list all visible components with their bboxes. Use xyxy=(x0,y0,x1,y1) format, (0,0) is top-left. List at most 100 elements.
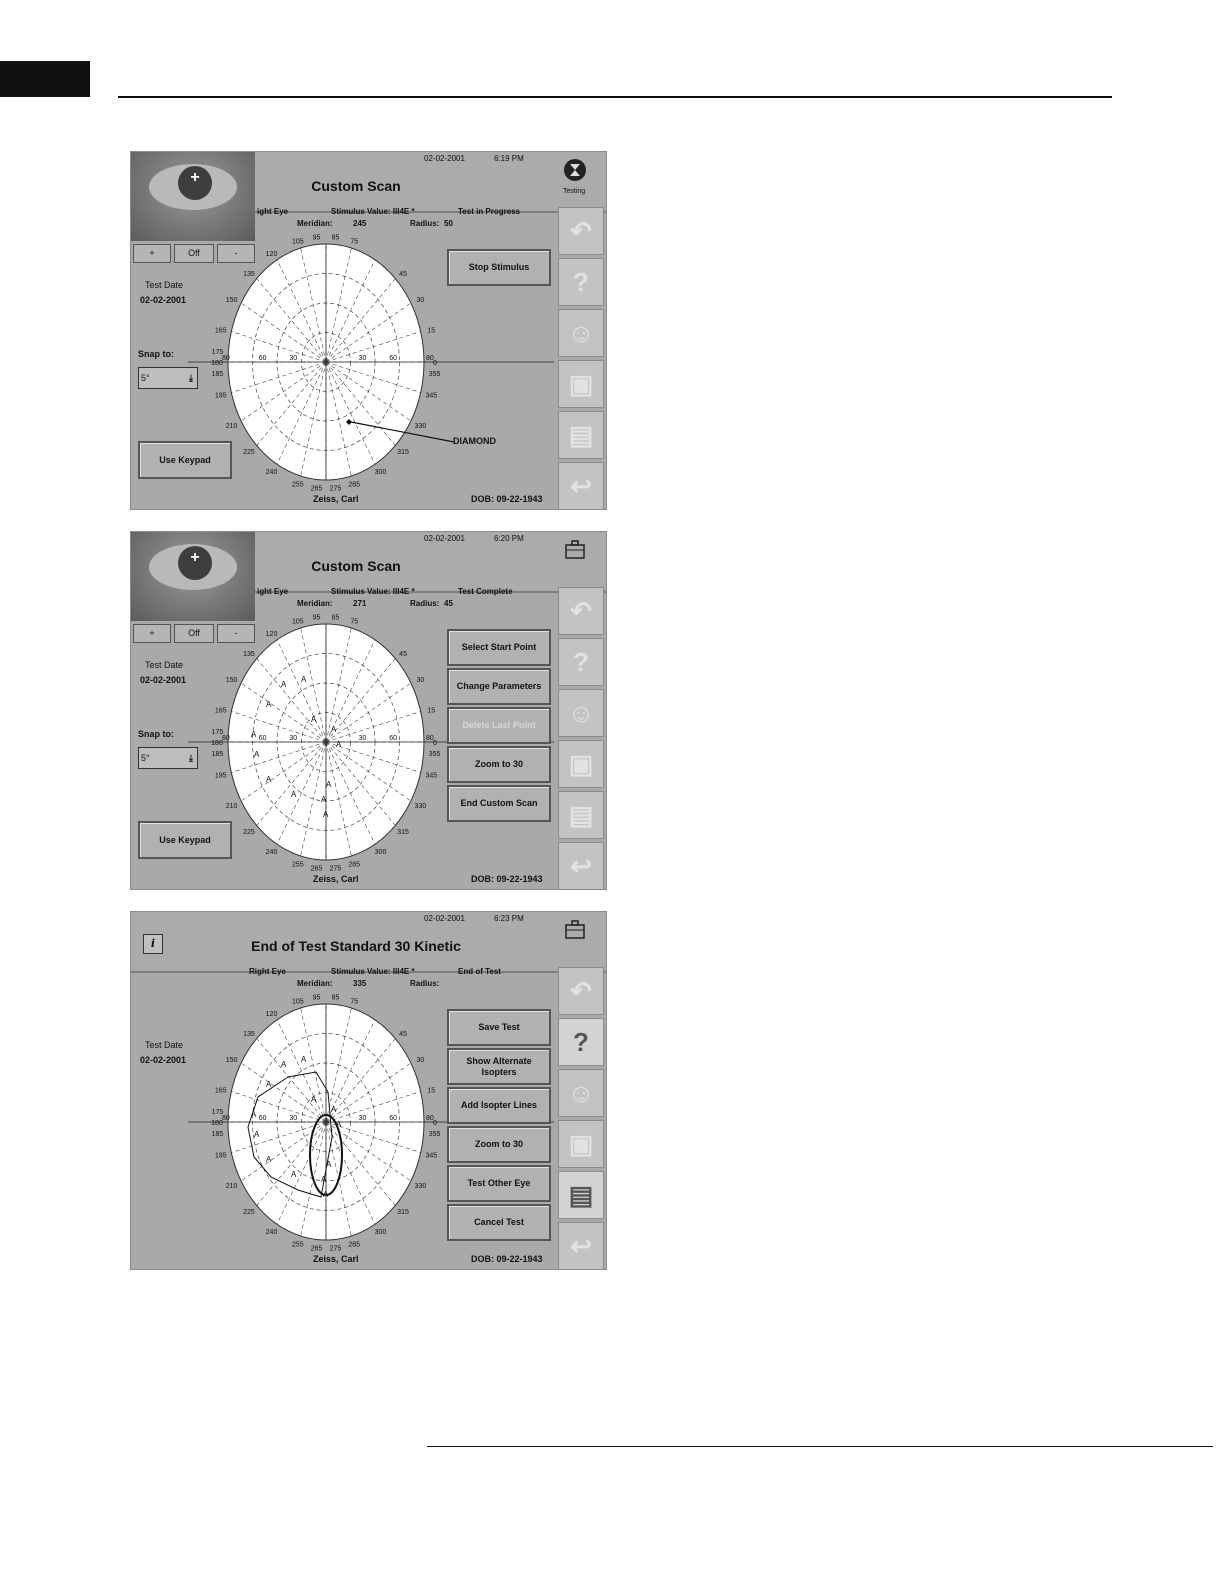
test-other-eye-button[interactable]: Test Other Eye xyxy=(447,1165,551,1202)
meridian-label: 30 xyxy=(416,1057,424,1064)
radius-label: 60 xyxy=(389,355,397,362)
return-button[interactable]: ↩ xyxy=(558,1222,604,1269)
header-rule xyxy=(118,96,1112,98)
radius-label: 80 xyxy=(222,355,230,362)
patient-button[interactable]: ☺ xyxy=(558,689,604,737)
print-button[interactable]: ▤ xyxy=(558,791,604,839)
meridian-label: 135 xyxy=(243,651,255,658)
meridian-label: 45 xyxy=(399,1031,407,1038)
meridian-label: 210 xyxy=(226,1183,238,1190)
patient-dob: DOB: 09-22-1943 xyxy=(471,494,543,504)
meridian-label: 85 xyxy=(332,994,340,1001)
meridian-label: 30 xyxy=(416,297,424,304)
footer-rule xyxy=(427,1446,1213,1447)
isopter-point-marker: A xyxy=(331,1105,337,1114)
isopter-point-marker: A xyxy=(254,750,260,759)
save-test-button[interactable]: Save Test xyxy=(447,1009,551,1046)
print-button[interactable]: ▤ xyxy=(558,1171,604,1219)
printer-icon: ▤ xyxy=(568,420,594,450)
cancel-test-button[interactable]: Cancel Test xyxy=(447,1204,551,1241)
meridian-label: 105 xyxy=(292,238,304,245)
isopter-point-marker: A xyxy=(291,1170,297,1179)
meridian-label: 265 xyxy=(311,486,323,493)
isopter-point-marker: A xyxy=(266,700,272,709)
help-icon: ? xyxy=(573,1027,589,1057)
head-icon: ☺ xyxy=(567,1078,595,1108)
isopter-point-marker: A xyxy=(326,780,332,789)
right-toolbar: ↶ ? ☺ ▣ ▤ ↩ xyxy=(555,205,606,509)
right-toolbar: ↶ ? ☺ ▣ ▤ ↩ xyxy=(555,585,606,889)
meridian-label: 195 xyxy=(215,393,227,400)
zoom-to-30-button[interactable]: Zoom to 30 xyxy=(447,746,551,783)
meridian-label: 135 xyxy=(243,1031,255,1038)
meridian-label: 95 xyxy=(313,994,321,1001)
patient-button[interactable]: ☺ xyxy=(558,309,604,357)
radius-label: 30 xyxy=(289,735,297,742)
delete-last-point-button[interactable]: Delete Last Point xyxy=(447,707,551,744)
meridian-label: 225 xyxy=(243,449,255,456)
show-alternate-isopters-button[interactable]: Show Alternate Isopters xyxy=(447,1048,551,1085)
isopter-point-marker: A xyxy=(281,1060,287,1069)
patient-dob: DOB: 09-22-1943 xyxy=(471,1254,543,1264)
radius-label: 30 xyxy=(359,1115,367,1122)
meridian-label: 345 xyxy=(425,773,437,780)
screen-end-of-test: i End of Test Standard 30 Kinetic 02-02-… xyxy=(130,911,607,1270)
save-disk-button[interactable]: ▣ xyxy=(558,360,604,408)
patient-dob: DOB: 09-22-1943 xyxy=(471,874,543,884)
meridian-label: 85 xyxy=(332,234,340,241)
isopter-point-marker: A xyxy=(311,1095,317,1104)
meridian-label: 240 xyxy=(266,849,278,856)
meridian-label: 15 xyxy=(427,1087,435,1094)
meridian-label: 315 xyxy=(397,1209,409,1216)
return-button[interactable]: ↩ xyxy=(558,462,604,509)
radius-label: 30 xyxy=(359,355,367,362)
isopter-point-marker: A xyxy=(254,1130,260,1139)
change-parameters-button[interactable]: Change Parameters xyxy=(447,668,551,705)
back-button[interactable]: ↶ xyxy=(558,587,604,635)
print-button[interactable]: ▤ xyxy=(558,411,604,459)
meridian-label: 75 xyxy=(350,998,358,1005)
end-custom-scan-button[interactable]: End Custom Scan xyxy=(447,785,551,822)
zoom-to-30-button[interactable]: Zoom to 30 xyxy=(447,1126,551,1163)
select-start-point-button[interactable]: Select Start Point xyxy=(447,629,551,666)
meridian-label: 195 xyxy=(215,773,227,780)
printer-icon: ▤ xyxy=(568,1180,594,1210)
diamond-callout-label: DIAMOND xyxy=(453,436,496,446)
isopter-point-marker: A xyxy=(336,740,342,749)
help-button[interactable]: ? xyxy=(558,638,604,686)
meridian-label: 300 xyxy=(375,849,387,856)
meridian-label: 315 xyxy=(397,449,409,456)
back-arrow-icon: ↶ xyxy=(570,976,592,1006)
back-button[interactable]: ↶ xyxy=(558,967,604,1015)
help-button[interactable]: ? xyxy=(558,1018,604,1066)
meridian-label: 15 xyxy=(427,707,435,714)
meridian-label: 300 xyxy=(375,469,387,476)
back-button[interactable]: ↶ xyxy=(558,207,604,255)
meridian-label: 75 xyxy=(350,618,358,625)
save-disk-button[interactable]: ▣ xyxy=(558,1120,604,1168)
meridian-label: 355 xyxy=(429,371,441,378)
isopter-point-marker: A xyxy=(291,790,297,799)
return-arrow-icon: ↩ xyxy=(570,851,592,881)
meridian-label: 185 xyxy=(212,1131,224,1138)
radius-label: 80 xyxy=(426,355,434,362)
page-tab-marker xyxy=(0,61,90,97)
patient-button[interactable]: ☺ xyxy=(558,1069,604,1117)
isopter-point-marker: A xyxy=(321,795,327,804)
radius-label: 60 xyxy=(389,735,397,742)
disk-icon: ▣ xyxy=(568,369,594,399)
isopter-point-marker: A xyxy=(331,725,337,734)
radius-label: 30 xyxy=(289,1115,297,1122)
perimeter-polar-grid: 0153045758595105120135150165175180185195… xyxy=(188,234,554,493)
radius-label: 60 xyxy=(259,355,267,362)
stop-stimulus-button[interactable]: Stop Stimulus xyxy=(447,249,551,286)
meridian-label: 225 xyxy=(243,829,255,836)
save-disk-button[interactable]: ▣ xyxy=(558,740,604,788)
return-button[interactable]: ↩ xyxy=(558,842,604,889)
screen-custom-scan-in-progress: + + Off - Custom Scan 02-02-2001 6:19 PM… xyxy=(130,151,607,510)
isopter-point-marker: A xyxy=(281,680,287,689)
meridian-label: 105 xyxy=(292,998,304,1005)
meridian-label: 285 xyxy=(348,482,360,489)
add-isopter-lines-button[interactable]: Add Isopter Lines xyxy=(447,1087,551,1124)
help-button[interactable]: ? xyxy=(558,258,604,306)
